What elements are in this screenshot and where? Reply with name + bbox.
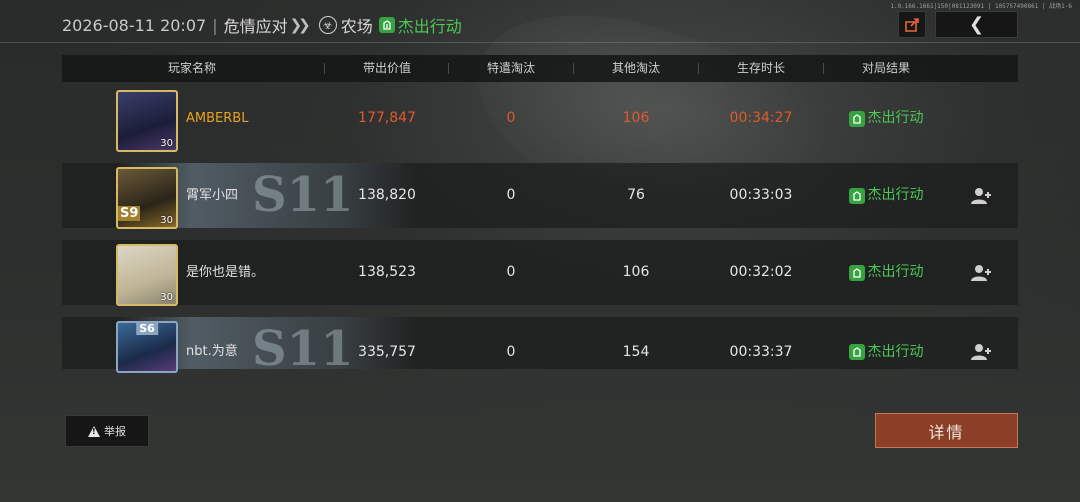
value-cell: 177,847: [358, 110, 416, 126]
outcome-cell: 杰出行动: [831, 317, 941, 369]
match-datetime: 2026-08-11 20:07: [62, 15, 207, 35]
level-label: 30: [160, 138, 173, 149]
warning-icon: [88, 425, 100, 437]
share-button[interactable]: [898, 11, 926, 38]
col-divider: [448, 63, 449, 74]
special-kills-cell: 0: [506, 187, 516, 203]
share-icon: [905, 17, 919, 32]
biohazard-icon: ☣: [318, 16, 337, 34]
avatar[interactable]: 30: [116, 244, 178, 306]
other-kills-cell: 76: [627, 187, 645, 203]
special-kills-cell: 0: [506, 110, 516, 126]
outcome-cell: 杰出行动: [831, 86, 941, 151]
player-name: 霄军小四: [186, 188, 239, 203]
escape-icon: [848, 187, 865, 204]
avatar[interactable]: 30: [116, 90, 178, 152]
level-label: 30: [160, 215, 173, 226]
table-header: 玩家名称 带出价值 特遣淘汰 其他淘汰 生存时长 对局结果: [62, 55, 1018, 82]
outcome-cell: 杰出行动: [831, 240, 941, 305]
avatar[interactable]: S9 30: [116, 167, 178, 229]
report-label: 举报: [104, 425, 126, 438]
col-player: 玩家名称: [167, 61, 216, 75]
col-value: 带出价值: [362, 61, 411, 75]
value-cell: 138,523: [358, 264, 416, 280]
col-divider: [823, 63, 824, 74]
col-survival: 生存时长: [736, 61, 785, 75]
value-cell: 335,757: [358, 344, 416, 360]
report-button[interactable]: 举报: [65, 415, 149, 447]
col-special-kills: 特遣淘汰: [486, 61, 535, 75]
col-divider: [698, 63, 699, 74]
match-result: 杰出行动: [397, 17, 462, 36]
col-divider: [573, 63, 574, 74]
header-separator: |: [212, 15, 218, 35]
col-outcome: 对局结果: [861, 61, 910, 75]
add-friend-icon[interactable]: [970, 185, 992, 207]
outcome-cell: 杰出行动: [831, 163, 941, 228]
col-divider: [324, 63, 325, 74]
season-badge: S9: [118, 206, 141, 221]
special-kills-cell: 0: [506, 264, 516, 280]
avatar[interactable]: S6: [116, 321, 178, 373]
player-name: nbt.为意: [186, 344, 238, 359]
escape-icon: [378, 17, 395, 33]
match-header: 2026-08-11 20:07 | 危情应对 ❯❯ ☣ 农场 杰出行动: [62, 10, 462, 40]
add-friend-icon[interactable]: [970, 262, 992, 284]
table-row[interactable]: S11 S6 nbt.为意 335,757 0 154 00:33:37 杰出行…: [62, 317, 1018, 377]
col-other-kills: 其他淘汰: [611, 61, 660, 75]
escape-icon: [848, 264, 865, 281]
details-button[interactable]: 详情: [875, 413, 1018, 448]
add-friend-icon[interactable]: [970, 341, 992, 363]
header-divider: [0, 42, 1080, 43]
outcome-label: 杰出行动: [867, 187, 924, 203]
survival-cell: 00:33:37: [729, 344, 793, 360]
back-button[interactable]: ❮: [935, 11, 1018, 38]
survival-cell: 00:32:02: [729, 264, 793, 280]
map-label: 农场: [340, 17, 373, 36]
escape-icon: [848, 344, 865, 360]
details-label: 详情: [928, 422, 965, 442]
survival-cell: 00:34:27: [729, 110, 793, 126]
outcome-label: 杰出行动: [867, 343, 924, 360]
table-row[interactable]: S11 S9 30 霄军小四 138,820 0 76 00:33:03 杰出行…: [62, 163, 1018, 229]
level-label: 30: [160, 292, 173, 303]
player-name: 是你也是错。: [186, 265, 265, 280]
season-badge: S6: [136, 323, 158, 335]
watermark: 1.0.166.1661|150|081123091 | 10575749086…: [890, 3, 1072, 10]
player-name: AMBERBL: [186, 111, 249, 126]
survival-cell: 00:33:03: [729, 187, 793, 203]
other-kills-cell: 106: [622, 264, 650, 280]
table-row[interactable]: 30 是你也是错。 138,523 0 106 00:32:02 杰出行动: [62, 240, 1018, 306]
other-kills-cell: 106: [622, 110, 650, 126]
value-cell: 138,820: [358, 187, 416, 203]
outcome-label: 杰出行动: [867, 110, 924, 126]
mode-label: 危情应对: [223, 17, 288, 36]
chevron-right-icon: ❯❯: [289, 16, 311, 34]
outcome-label: 杰出行动: [867, 264, 924, 280]
special-kills-cell: 0: [506, 344, 516, 360]
other-kills-cell: 154: [622, 344, 650, 360]
chevron-left-icon: ❮: [968, 14, 985, 35]
escape-icon: [848, 110, 865, 127]
table-row[interactable]: 30 AMBERBL 177,847 0 106 00:34:27 杰出行动: [62, 86, 1018, 152]
